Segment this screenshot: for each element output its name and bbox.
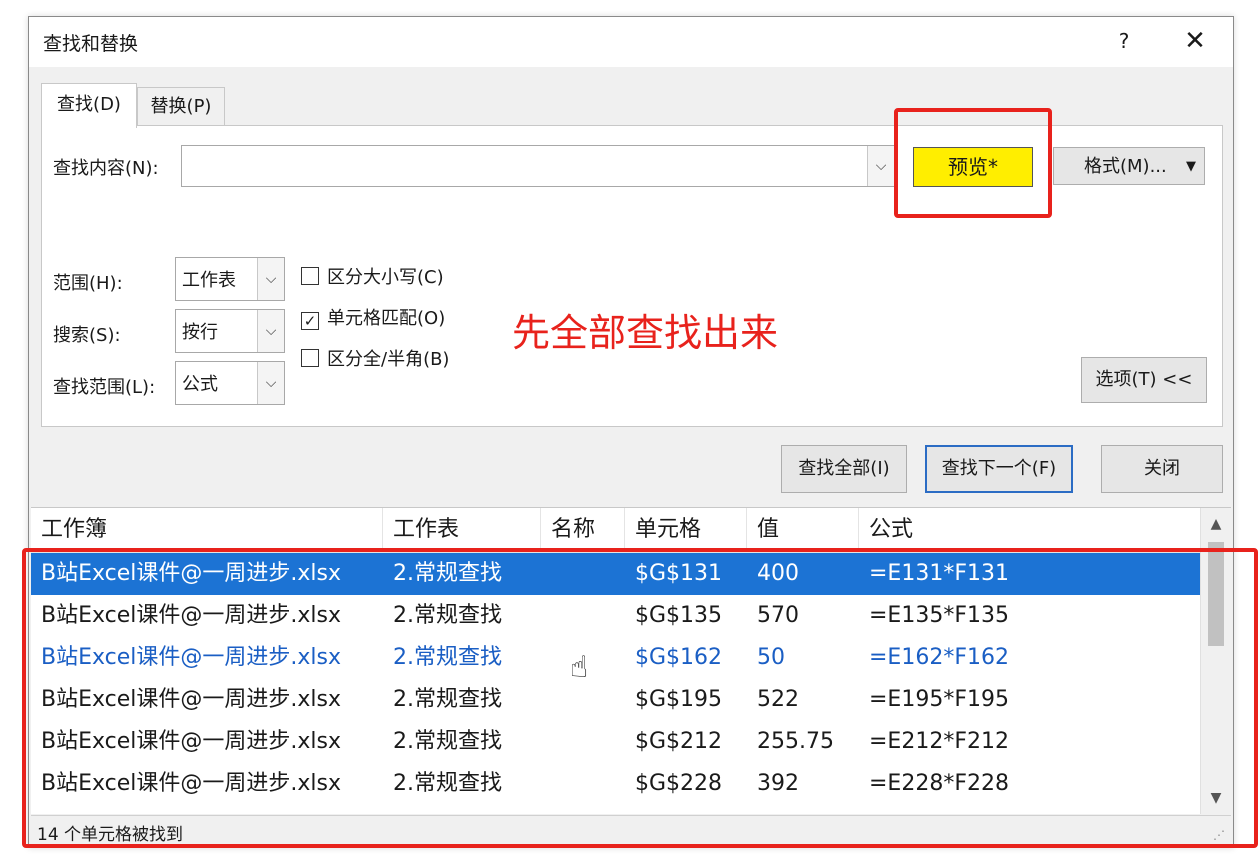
column-header-workbook[interactable]: 工作簿 — [31, 508, 383, 552]
options-toggle-button[interactable]: 选项(T) << — [1081, 357, 1207, 403]
tab-find[interactable]: 查找(D) — [41, 83, 137, 128]
match-case-checkbox[interactable]: 区分大小写(C) — [301, 263, 444, 289]
tab-replace[interactable]: 替换(P) — [137, 87, 225, 126]
scope-value: 工作表 — [182, 270, 236, 291]
results-header: 工作簿 工作表 名称 单元格 值 公式 — [31, 508, 1201, 553]
chevron-down-icon[interactable]: ⌵ — [257, 258, 284, 300]
format-button-label: 格式(M)... — [1084, 156, 1167, 177]
column-header-formula[interactable]: 公式 — [859, 508, 1201, 552]
search-order-value: 按行 — [182, 322, 218, 343]
chevron-down-icon[interactable]: ⌵ — [257, 362, 284, 404]
chevron-down-icon[interactable]: ⌵ — [257, 310, 284, 352]
look-in-select[interactable]: 公式 ⌵ — [175, 361, 285, 405]
look-in-label: 查找范围(L): — [53, 377, 156, 398]
match-byte-width-checkbox[interactable]: 区分全/半角(B) — [301, 345, 449, 371]
match-case-label: 区分大小写(C) — [327, 267, 444, 288]
scope-select[interactable]: 工作表 ⌵ — [175, 257, 285, 301]
close-button[interactable]: 关闭 — [1101, 445, 1223, 493]
look-in-value: 公式 — [182, 374, 218, 395]
highlight-box-preview — [894, 108, 1052, 218]
dialog-title: 查找和替换 — [43, 33, 139, 55]
match-byte-width-label: 区分全/半角(B) — [327, 349, 450, 370]
find-what-label: 查找内容(N): — [53, 158, 159, 179]
checkmark-icon[interactable]: ✓ — [301, 312, 319, 330]
search-order-select[interactable]: 按行 ⌵ — [175, 309, 285, 353]
column-header-value[interactable]: 值 — [747, 508, 859, 552]
format-button[interactable]: 格式(M)... ▼ — [1053, 147, 1205, 185]
search-order-label: 搜索(S): — [53, 325, 121, 346]
dropdown-triangle-icon[interactable]: ▼ — [1186, 148, 1196, 186]
scroll-up-icon[interactable]: ▲ — [1201, 510, 1231, 538]
match-entire-cell-checkbox[interactable]: ✓ 单元格匹配(O) — [301, 304, 445, 330]
column-header-sheet[interactable]: 工作表 — [383, 508, 541, 552]
checkbox-unchecked-icon[interactable] — [301, 267, 319, 285]
column-header-name[interactable]: 名称 — [541, 508, 625, 552]
checkbox-unchecked-icon[interactable] — [301, 349, 319, 367]
chevron-down-icon[interactable]: ⌵ — [867, 146, 894, 186]
highlight-box-results — [22, 548, 1258, 848]
hand-cursor-icon: ☝ — [570, 650, 589, 685]
close-window-button[interactable]: ✕ — [1177, 23, 1213, 59]
annotation-text: 先全部查找出来 — [512, 311, 779, 355]
title-bar: 查找和替换 ? ✕ — [29, 17, 1233, 67]
find-all-button[interactable]: 查找全部(I) — [781, 445, 907, 493]
find-next-button[interactable]: 查找下一个(F) — [925, 445, 1073, 493]
find-what-combo[interactable]: ⌵ — [181, 145, 895, 187]
help-button[interactable]: ? — [1109, 25, 1139, 57]
scope-label: 范围(H): — [53, 273, 123, 294]
match-entire-cell-label: 单元格匹配(O) — [327, 308, 446, 329]
column-header-cell[interactable]: 单元格 — [625, 508, 747, 552]
